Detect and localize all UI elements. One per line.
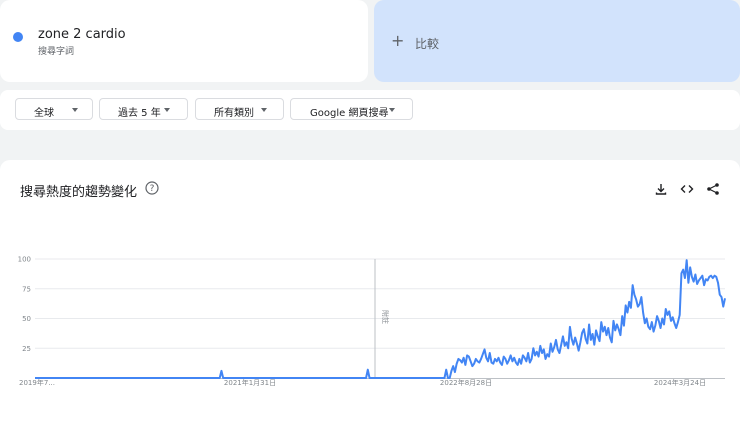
- interest-over-time-card: 搜尋熱度的趨勢變化 ? 100 75 50 25 附註 2019年7... 20…: [0, 160, 740, 435]
- plus-icon: +: [391, 31, 405, 50]
- filter-time-range[interactable]: 過去 5 年: [99, 98, 188, 120]
- series-color-dot: [13, 32, 23, 42]
- trend-chart: 100 75 50 25 附註 2019年7... 2021年1月31日 202…: [18, 256, 726, 387]
- filter-time-range-label: 過去 5 年: [118, 108, 161, 119]
- compare-button[interactable]: + 比較: [374, 0, 740, 82]
- search-term-type: 搜尋字詞: [38, 47, 75, 57]
- filter-region-label: 全球: [34, 108, 54, 119]
- y-axis-ticks: 100 75 50 25: [18, 256, 31, 353]
- search-term-label[interactable]: zone 2 cardio: [38, 27, 126, 42]
- filter-region[interactable]: 全球: [15, 98, 93, 120]
- annotation-label[interactable]: 附註: [381, 310, 390, 324]
- x-tick-label: 2024年3月24日: [654, 378, 706, 387]
- filter-bar: 全球 過去 5 年 所有類別 Google 網頁搜尋: [0, 90, 740, 130]
- chevron-down-icon: [164, 108, 170, 112]
- filter-search-type-label: Google 網頁搜尋: [310, 108, 389, 119]
- y-tick-100: 100: [18, 256, 31, 264]
- x-tick-label: 2021年1月31日: [224, 378, 276, 387]
- search-term-card[interactable]: zone 2 cardio 搜尋字詞: [0, 0, 368, 82]
- x-tick-label: 2022年8月28日: [440, 378, 492, 387]
- chevron-down-icon: [389, 108, 395, 112]
- compare-label: 比較: [415, 37, 440, 51]
- x-axis-ticks: 2019年7... 2021年1月31日 2022年8月28日 2024年3月2…: [19, 378, 706, 387]
- chevron-down-icon: [72, 108, 78, 112]
- filter-category-label: 所有類別: [214, 108, 254, 119]
- chevron-down-icon: [261, 108, 267, 112]
- y-tick-50: 50: [22, 315, 31, 323]
- filter-category[interactable]: 所有類別: [195, 98, 284, 120]
- x-tick-label: 2019年7...: [19, 378, 55, 387]
- series-line: [35, 259, 726, 379]
- y-tick-25: 25: [22, 345, 31, 353]
- filter-search-type[interactable]: Google 網頁搜尋: [290, 98, 413, 120]
- y-tick-75: 75: [22, 285, 31, 293]
